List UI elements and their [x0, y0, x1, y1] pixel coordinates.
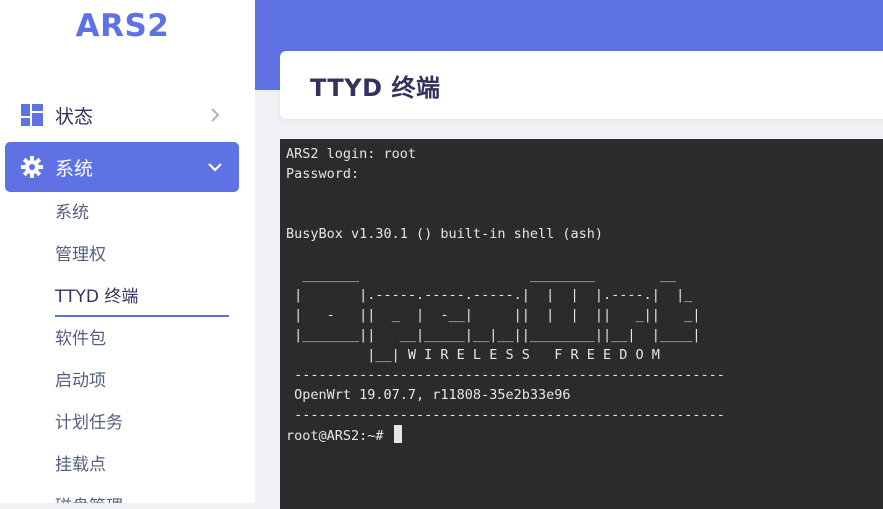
- title-card: TTYD 终端: [280, 51, 883, 119]
- sub-item-mounts[interactable]: 挂载点: [55, 450, 106, 480]
- terminal-line: | - || _ | -__| || | | || _|| _|: [286, 307, 701, 323]
- terminal-line: ----------------------------------------…: [286, 367, 725, 383]
- sub-item-ttyd[interactable]: TTYD 终端: [55, 282, 138, 312]
- terminal[interactable]: ARS2 login: root Password: BusyBox v1.30…: [280, 139, 883, 509]
- sub-item-startup[interactable]: 启动项: [55, 366, 106, 396]
- nav-system-label: 系统: [55, 157, 94, 180]
- terminal-prompt: root@ARS2:~#: [286, 428, 392, 444]
- page-title: TTYD 终端: [310, 74, 441, 102]
- terminal-cursor: [393, 425, 402, 443]
- terminal-line: BusyBox v1.30.1 () built-in shell (ash): [286, 226, 603, 242]
- chevron-right-icon: [205, 108, 225, 122]
- nav-system[interactable]: 系统: [5, 142, 239, 192]
- terminal-line: | |.-----.-----.-----.| | | |.----.| |_: [286, 287, 693, 303]
- terminal-line: ARS2 login: root: [286, 146, 417, 162]
- dashboard-grid-icon: [19, 102, 45, 128]
- terminal-line: |_______|| __|_____|__|__||________||__|…: [286, 327, 701, 343]
- chevron-down-icon: [205, 162, 225, 172]
- nav-status-label: 状态: [55, 105, 94, 128]
- terminal-line: |__| W I R E L E S S F R E E D O M: [286, 347, 660, 363]
- terminal-line: Password:: [286, 166, 360, 182]
- sub-item-admin[interactable]: 管理权: [55, 240, 106, 270]
- terminal-line: ----------------------------------------…: [286, 407, 725, 423]
- sidebar: ARS2 状态 系统 系统 管理权 TTYD 终端 软件包 启动项 计划任务 挂…: [0, 0, 255, 503]
- brand-logo: ARS2: [75, 8, 170, 44]
- gear-icon: [19, 154, 45, 180]
- sub-item-crontab[interactable]: 计划任务: [55, 408, 123, 438]
- terminal-line: OpenWrt 19.07.7, r11808-35e2b33e96: [286, 387, 571, 403]
- sub-item-packages[interactable]: 软件包: [55, 324, 106, 354]
- sub-item-disks[interactable]: 磁盘管理: [55, 492, 123, 503]
- nav-status[interactable]: 状态: [5, 90, 239, 140]
- sub-item-system[interactable]: 系统: [55, 198, 89, 228]
- active-indicator: [55, 315, 229, 317]
- terminal-prompt-line: root@ARS2:~#: [286, 425, 402, 446]
- terminal-line: _______ ________ __: [286, 267, 677, 283]
